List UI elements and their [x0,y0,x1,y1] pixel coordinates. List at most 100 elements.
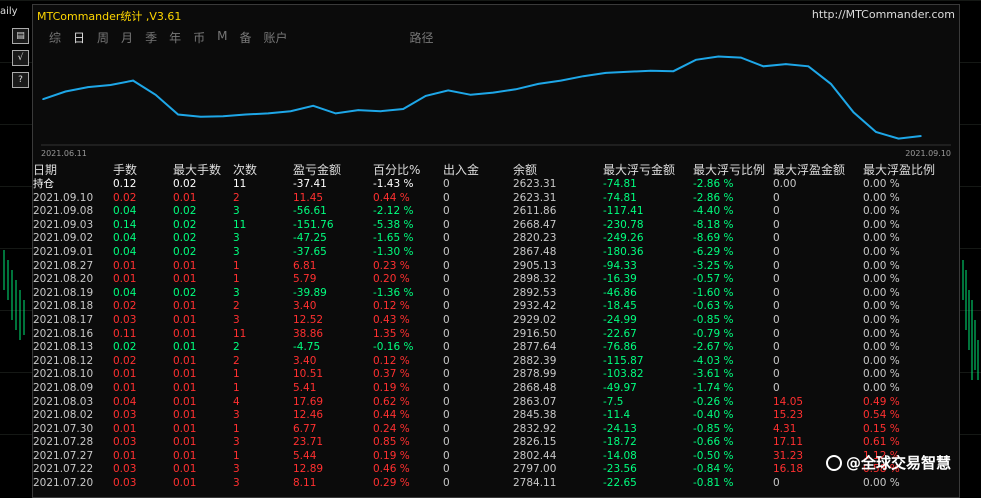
equity-point [334,112,337,115]
table-cell: 1.35 % [373,327,410,340]
table-row[interactable]: 2021.08.02 0.03 0.01 3 12.46 0.44 % 0 2845.38 -1… [33,409,959,423]
table-cell: 2021.09.02 [33,232,94,245]
table-row[interactable]: 2021.07.20 0.03 0.01 3 8.11 0.29 % 0 2784.11 -22… [33,477,959,491]
table-cell: 0.20 % [373,273,410,286]
table-row[interactable]: 2021.09.03 0.14 0.02 11 -151.76 -5.38 % 0 2668.… [33,219,959,233]
table-row[interactable]: 2021.09.08 0.04 0.02 3 -56.61 -2.12 % 0 2611.86… [33,205,959,219]
table-cell: -151.76 [293,218,334,231]
table-cell: 0 [443,477,450,490]
equity-chart: 2021.06.11 2021.09.10 [41,45,951,158]
equity-point [42,98,44,100]
table-row[interactable]: 2021.09.10 0.02 0.01 2 11.45 0.44 % 0 2623.31 -7… [33,192,959,206]
column-header[interactable]: 最大浮亏金额 [603,163,675,178]
table-row[interactable]: 2021.08.18 0.02 0.01 2 3.40 0.12 % 0 2932.42 -18… [33,300,959,314]
equity-point [469,94,472,96]
table-cell: 0 [773,341,780,354]
table-cell: 0.01 [173,381,197,394]
table-cell: 0.01 [173,395,197,408]
table-cell: 0.01 [113,368,137,381]
table-cell: 0.00 % [863,368,900,381]
column-header[interactable]: 最大浮盈金额 [773,163,845,178]
table-cell: 0.03 [113,409,137,422]
table-row[interactable]: 2021.08.12 0.02 0.01 2 3.40 0.12 % 0 2882.39 -11… [33,355,959,369]
website-link[interactable]: http://MTCommander.com [812,8,955,21]
tab-2[interactable]: 周 [91,29,115,45]
column-header[interactable]: 手数 [113,163,137,178]
tab-6[interactable]: 币 [187,29,211,45]
table-cell: -3.61 % [693,368,734,381]
equity-point [64,90,67,93]
table-cell: 2611.86 [513,205,557,218]
tab-4[interactable]: 季 [139,29,163,45]
table-row[interactable]: 2021.08.03 0.04 0.01 4 17.69 0.62 % 0 2863.07 -7… [33,396,959,410]
table-cell: 0 [443,218,450,231]
table-row[interactable]: 2021.08.20 0.01 0.01 1 5.79 0.20 % 0 2898.32 -16… [33,273,959,287]
table-row[interactable]: 2021.07.28 0.03 0.01 3 23.71 0.85 % 0 2826.15 -1… [33,436,959,450]
list-button[interactable]: ▤ [12,28,29,44]
table-cell: 0 [443,178,450,190]
table-row[interactable]: 2021.08.17 0.03 0.01 3 12.52 0.43 % 0 2929.02 -2… [33,314,959,328]
tab-0[interactable]: 综 [43,29,67,45]
table-row[interactable]: 2021.07.27 0.01 0.01 1 5.44 0.19 % 0 2802.44 -14… [33,450,959,464]
help-button[interactable]: ? [12,72,29,88]
equity-point [379,110,382,112]
equity-point [199,115,202,118]
table-cell: 14.05 [773,395,804,408]
table-cell: 12.52 [293,313,324,326]
column-header[interactable]: 最大浮盈比例 [863,163,935,178]
tab-9[interactable]: 账户 [257,29,293,45]
column-header[interactable]: 余额 [513,163,537,178]
table-row[interactable]: 2021.08.16 0.11 0.01 11 38.86 1.35 % 0 2916.50 -… [33,328,959,342]
column-header[interactable]: 盈亏金额 [293,163,341,178]
watermark: @全球交易智慧 [826,452,951,473]
table-cell: -39.89 [293,286,327,299]
tab-10[interactable]: 路径 [404,29,440,45]
table-row[interactable]: 2021.08.09 0.01 0.01 1 5.41 0.19 % 0 2868.48 -49… [33,382,959,396]
table-row[interactable]: 2021.07.22 0.03 0.01 3 12.89 0.46 % 0 2797.00 -2… [33,463,959,477]
table-cell: -8.69 % [693,232,734,245]
table-cell: 4 [233,395,240,408]
table-cell: -4.40 % [693,205,734,218]
table-cell: 0.62 % [373,395,410,408]
table-row[interactable]: 2021.08.27 0.01 0.01 1 6.81 0.23 % 0 2905.13 -94… [33,260,959,274]
tab-1[interactable]: 日 [67,29,91,45]
tab-5[interactable]: 年 [163,29,187,45]
tab-8[interactable]: 备 [233,29,257,45]
table-cell: -2.86 % [693,178,734,190]
table-cell: 2021.08.12 [33,354,94,367]
table-cell: 2021.08.20 [33,273,94,286]
equity-point [560,79,562,82]
table-cell: 0.03 [113,463,137,476]
table-cell: 2832.92 [513,422,557,435]
table-cell: 0.02 [173,286,197,299]
table-row[interactable]: 2021.08.19 0.04 0.02 3 -39.89 -1.36 % 0 2892.53… [33,287,959,301]
column-header[interactable]: 百分比% [373,163,420,178]
column-header[interactable]: 最大浮亏比例 [693,163,765,178]
table-cell: 2021.09.01 [33,245,94,258]
table-cell: 0.00 % [863,477,900,490]
column-header[interactable]: 日期 [33,163,57,178]
equity-chart-svg [41,55,951,146]
table-row[interactable]: 2021.08.10 0.01 0.01 1 10.51 0.37 % 0 2878.99 -1… [33,368,959,382]
equity-point [222,115,224,118]
tab-3[interactable]: 月 [115,29,139,45]
column-header[interactable]: 次数 [233,163,257,178]
column-header[interactable]: 出入金 [443,163,479,178]
table-cell: 0 [443,327,450,340]
table-cell: 10.51 [293,368,324,381]
table-cell: 0 [443,245,450,258]
check-button[interactable]: √ [12,50,29,66]
table-cell: 0.01 [173,300,197,313]
table-cell: 2021.07.20 [33,477,94,490]
table-row[interactable]: 2021.09.02 0.04 0.02 3 -47.25 -1.65 % 0 2820.23… [33,232,959,246]
table-cell: 0 [443,436,450,449]
table-row[interactable]: 2021.09.01 0.04 0.02 3 -37.65 -1.30 % 0 2867.48… [33,246,959,260]
table-cell: 0.14 [113,218,137,231]
mtcommander-window: MTCommander统计 ,V3.61 http://MTCommander.… [32,4,960,498]
table-cell: 0.01 [173,313,197,326]
column-header[interactable]: 最大手数 [173,163,221,178]
tab-7[interactable]: M [211,29,233,45]
table-row[interactable]: 持仓 0.12 0.02 11 -37.41 -1.43 % 0 2623.31 -74.81 -… [33,178,959,192]
table-row[interactable]: 2021.08.13 0.02 0.01 2 -4.75 -0.16 % 0 2877.64 -… [33,341,959,355]
table-row[interactable]: 2021.07.30 0.01 0.01 1 6.77 0.24 % 0 2832.92 -24… [33,423,959,437]
